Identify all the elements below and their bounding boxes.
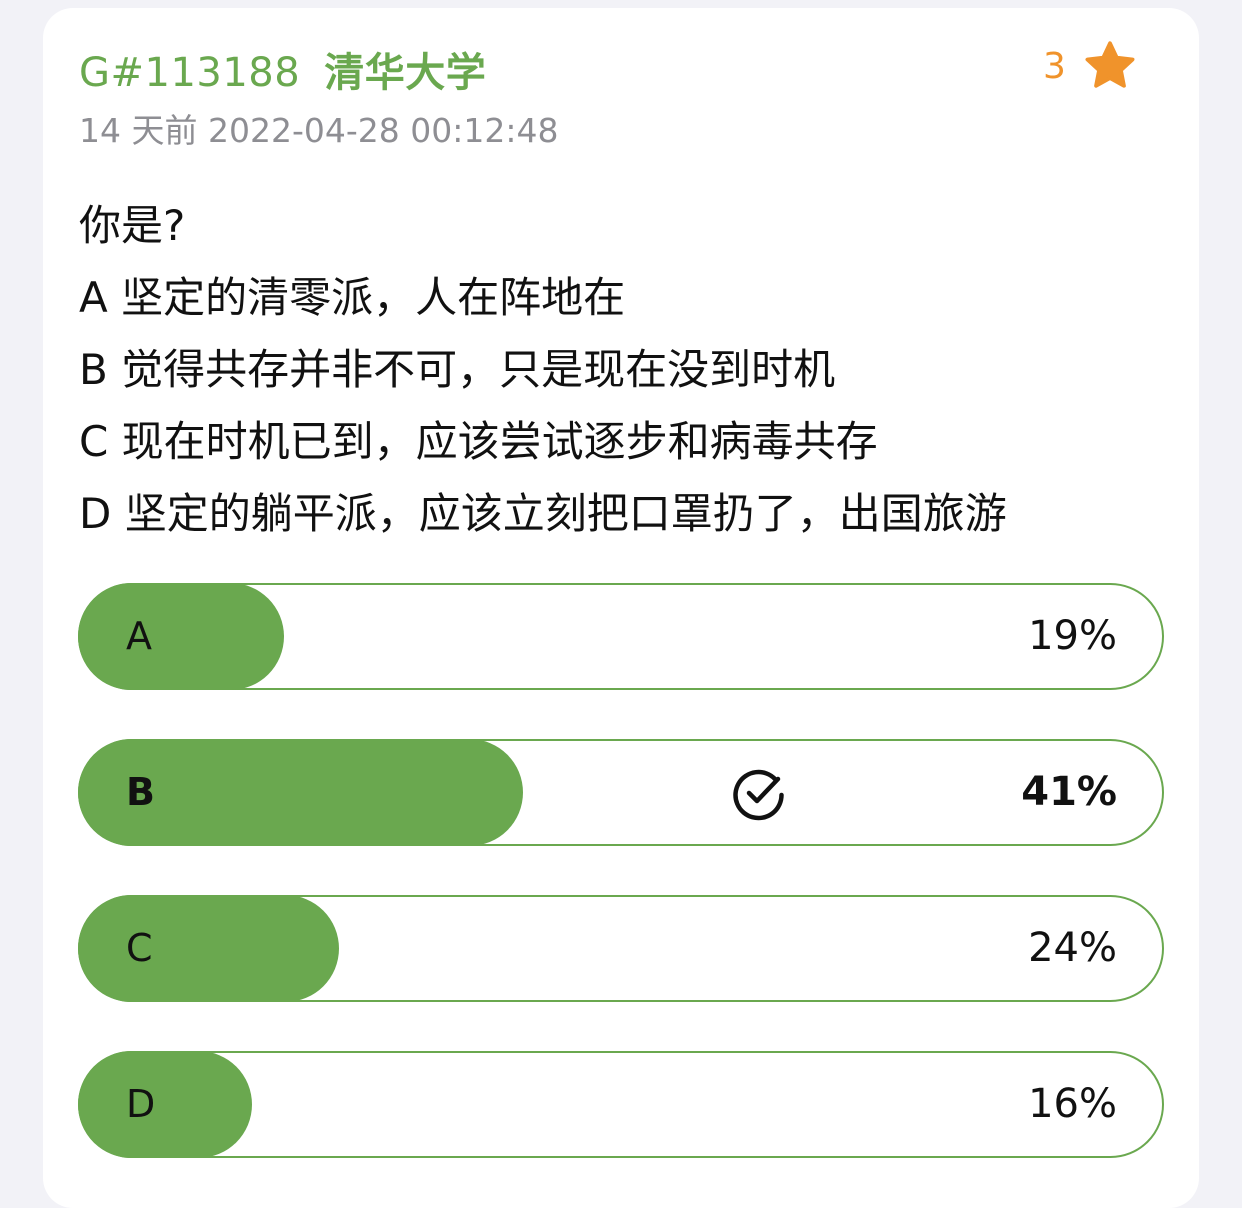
- content-line: C 现在时机已到，应该尝试逐步和病毒共存: [79, 417, 878, 466]
- school-name: 清华大学: [324, 50, 487, 96]
- poll-option-a[interactable]: A 19%: [78, 583, 1164, 690]
- poll-option-percent: 19%: [1028, 613, 1117, 659]
- poll-option-percent: 41%: [1021, 769, 1117, 815]
- poll-option-b[interactable]: B 41%: [78, 739, 1164, 846]
- poll-option-d[interactable]: D 16%: [78, 1051, 1164, 1158]
- poll-option-percent: 24%: [1028, 925, 1117, 971]
- poll-option-label: B: [126, 770, 155, 814]
- poll-option-label: C: [126, 926, 153, 970]
- poll-option-label: A: [126, 614, 152, 658]
- star-icon: [1085, 41, 1135, 88]
- poll-option-fill: [78, 583, 284, 690]
- post-header: G#113188 清华大学: [79, 40, 486, 98]
- post-timestamp: 14 天前 2022-04-28 00:12:48: [79, 111, 559, 150]
- content-line: D 坚定的躺平派，应该立刻把口罩扔了，出国旅游: [79, 489, 1007, 538]
- poll-option-fill: [78, 1051, 252, 1158]
- poll-option-fill: [78, 895, 339, 1002]
- poll-option-percent: 16%: [1028, 1081, 1117, 1127]
- post-id[interactable]: G#113188: [79, 50, 300, 96]
- star-count: 3: [1043, 45, 1066, 87]
- star-button[interactable]: 3: [1043, 38, 1138, 94]
- content-line: B 觉得共存并非不可，只是现在没到时机: [79, 345, 836, 394]
- post-content: 你是? A 坚定的清零派，人在阵地在 B 觉得共存并非不可，只是现在没到时机 C…: [79, 190, 1007, 550]
- content-line: A 坚定的清零派，人在阵地在: [79, 273, 626, 322]
- poll-option-label: D: [126, 1082, 156, 1126]
- check-circle-icon: [733, 769, 784, 821]
- poll-option-c[interactable]: C 24%: [78, 895, 1164, 1002]
- post-card: G#113188 清华大学 14 天前 2022-04-28 00:12:48 3…: [43, 8, 1199, 1208]
- content-line: 你是?: [79, 201, 186, 250]
